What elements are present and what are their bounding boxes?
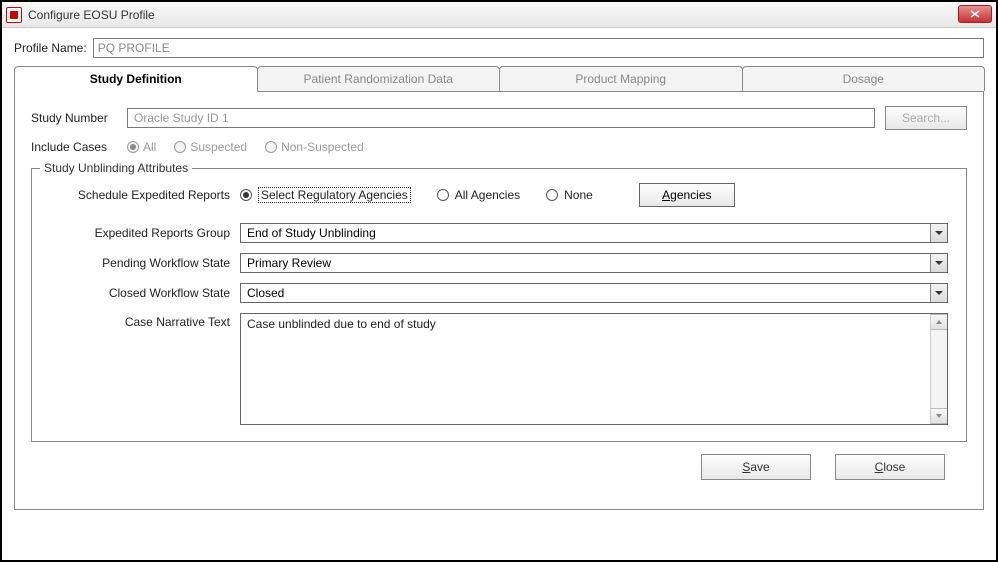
- radio-icon: [437, 189, 449, 201]
- pending-value: Primary Review: [247, 256, 331, 270]
- chevron-down-icon: [930, 284, 947, 302]
- schedule-select-radio[interactable]: Select Regulatory Agencies: [240, 187, 411, 203]
- unblinding-fieldset: Study Unblinding Attributes Schedule Exp…: [31, 168, 967, 442]
- study-number-label: Study Number: [31, 111, 121, 125]
- include-all-radio[interactable]: All: [127, 140, 156, 154]
- tab-patient-randomization[interactable]: Patient Randomization Data: [257, 66, 501, 91]
- closed-value: Closed: [247, 286, 284, 300]
- study-number-input[interactable]: [127, 108, 875, 128]
- radio-icon: [127, 141, 139, 153]
- narrative-textarea[interactable]: Case unblinded due to end of study: [240, 313, 948, 425]
- close-button[interactable]: Close: [835, 454, 945, 480]
- include-all-label: All: [143, 140, 156, 154]
- schedule-all-label: All Agencies: [455, 188, 520, 202]
- schedule-label: Schedule Expedited Reports: [50, 188, 240, 202]
- group-combo[interactable]: End of Study Unblinding: [240, 223, 948, 243]
- pending-combo[interactable]: Primary Review: [240, 253, 948, 273]
- tabs: Study Definition Patient Randomization D…: [14, 66, 984, 92]
- schedule-all-radio[interactable]: All Agencies: [437, 188, 520, 202]
- search-button[interactable]: Search...: [885, 106, 967, 130]
- profile-name-input[interactable]: [93, 38, 984, 58]
- include-cases-group: All Suspected Non-Suspected: [127, 140, 364, 154]
- profile-name-label: Profile Name:: [14, 41, 87, 55]
- close-icon[interactable]: [958, 5, 992, 23]
- agencies-button[interactable]: Agencies: [639, 183, 735, 207]
- include-nonsuspected-label: Non-Suspected: [281, 140, 364, 154]
- closed-combo[interactable]: Closed: [240, 283, 948, 303]
- scrollbar[interactable]: [930, 314, 947, 424]
- tab-study-definition[interactable]: Study Definition: [14, 66, 258, 92]
- pending-label: Pending Workflow State: [50, 256, 240, 270]
- schedule-none-radio[interactable]: None: [546, 188, 593, 202]
- radio-icon: [240, 189, 252, 201]
- app-icon: [6, 7, 22, 23]
- chevron-down-icon: [930, 254, 947, 272]
- include-suspected-radio[interactable]: Suspected: [174, 140, 247, 154]
- tab-dosage[interactable]: Dosage: [742, 66, 986, 91]
- narrative-label: Case Narrative Text: [50, 313, 240, 329]
- scroll-up-icon[interactable]: [931, 314, 947, 330]
- schedule-none-label: None: [564, 188, 593, 202]
- group-label: Expedited Reports Group: [50, 226, 240, 240]
- chevron-down-icon: [930, 224, 947, 242]
- tab-product-mapping[interactable]: Product Mapping: [499, 66, 743, 91]
- scroll-down-icon[interactable]: [931, 408, 947, 424]
- include-suspected-label: Suspected: [190, 140, 247, 154]
- save-button[interactable]: Save: [701, 454, 811, 480]
- titlebar: Configure EOSU Profile: [2, 2, 996, 28]
- narrative-value: Case unblinded due to end of study: [241, 314, 930, 424]
- tab-body: Study Number Search... Include Cases All…: [14, 92, 984, 510]
- radio-icon: [174, 141, 186, 153]
- radio-icon: [265, 141, 277, 153]
- unblinding-legend: Study Unblinding Attributes: [40, 161, 192, 175]
- radio-icon: [546, 189, 558, 201]
- footer: Save Close: [31, 442, 967, 480]
- include-nonsuspected-radio[interactable]: Non-Suspected: [265, 140, 364, 154]
- group-value: End of Study Unblinding: [247, 226, 376, 240]
- schedule-select-label: Select Regulatory Agencies: [258, 187, 411, 203]
- include-cases-label: Include Cases: [31, 140, 121, 154]
- closed-label: Closed Workflow State: [50, 286, 240, 300]
- window-title: Configure EOSU Profile: [28, 8, 155, 22]
